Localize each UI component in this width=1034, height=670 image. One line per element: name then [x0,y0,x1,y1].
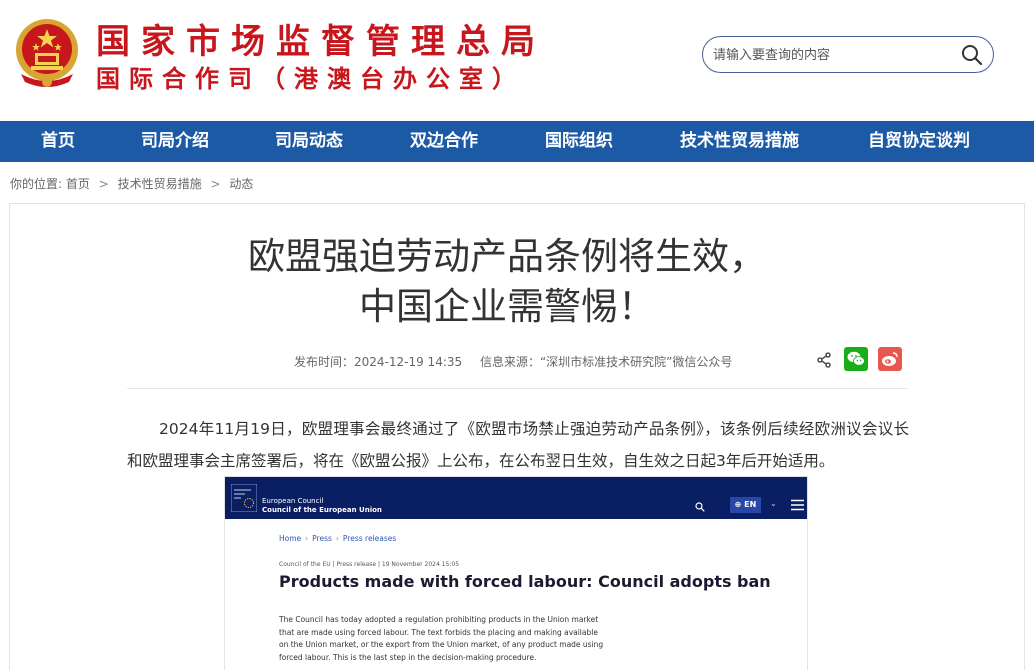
search-icon [695,502,705,512]
menu-icon [791,499,804,511]
nav-item-news[interactable]: 司局动态 [275,121,343,162]
search-icon[interactable] [961,44,983,66]
article-paragraph: 2024年11月19日，欧盟理事会最终通过了《欧盟市场禁止强迫劳动产品条例》，该… [127,420,909,470]
eu-crumb-separator: › [335,534,339,543]
site-subtitle: 国际合作司（港澳台办公室） [96,65,525,93]
article-title-line2: 中国企业需警惕！ [359,285,655,328]
meta-divider [127,388,907,389]
eu-org-name2: Council of the European Union [262,506,382,514]
breadcrumb-prefix: 你的位置: [10,177,63,191]
national-emblem-icon[interactable] [13,16,81,90]
nav-item-bilateral[interactable]: 双边合作 [410,121,478,162]
chevron-down-icon: ⌄ [770,499,777,508]
nav-item-tbt[interactable]: 技术性贸易措施 [680,121,799,162]
weibo-icon[interactable] [878,347,902,371]
eu-crumb-press: Press [312,534,332,543]
breadcrumb-home[interactable]: 首页 [66,177,90,191]
main-nav: 首页 司局介绍 司局动态 双边合作 国际组织 技术性贸易措施 自贸协定谈判 [0,121,1034,162]
eu-release-tag: Council of the EU | Press release | 19 N… [279,561,460,568]
breadcrumb: 你的位置: 首页 > 技术性贸易措施 > 动态 [10,175,253,192]
eu-body-text: The Council has today adopted a regulati… [279,615,604,662]
nav-item-fta[interactable]: 自贸协定谈判 [868,121,970,162]
search-input[interactable] [713,45,953,65]
article-title: 欧盟强迫劳动产品条例将生效， 中国企业需警惕！ [0,232,1014,332]
eu-org-name: European Council [262,497,324,505]
article-meta: 发布时间：2024-12-19 14:35 信息来源：“深圳市标准技术研究院”微… [294,353,746,370]
article-source: 信息来源：“深圳市标准技术研究院”微信公众号 [479,355,733,369]
search-box [702,36,994,73]
eu-flag-icon [231,484,257,512]
wechat-icon[interactable] [844,347,868,371]
breadcrumb-separator: > [98,177,109,191]
site-header: 国家市场监督管理总局 国际合作司（港澳台办公室） [0,0,1034,121]
nav-item-intro[interactable]: 司局介绍 [141,121,209,162]
article-title-line1: 欧盟强迫劳动产品条例将生效， [248,235,766,278]
eu-headline: Products made with forced labour: Counci… [279,572,771,591]
site-title: 国家市场监督管理总局 [96,22,546,62]
breadcrumb-tbt[interactable]: 技术性贸易措施 [118,177,202,191]
eu-breadcrumb: Home › Press › Press releases [279,534,396,543]
nav-item-home[interactable]: 首页 [41,121,75,162]
eu-crumb-releases: Press releases [342,534,397,543]
eu-language-badge: ⊕ EN [730,497,761,513]
nav-item-intl-orgs[interactable]: 国际组织 [545,121,613,162]
eu-lang-label: EN [744,500,757,509]
eu-crumb-separator: › [305,534,309,543]
breadcrumb-separator: > [210,177,221,191]
breadcrumb-news[interactable]: 动态 [229,177,253,191]
publish-time: 发布时间：2024-12-19 14:35 [294,355,463,369]
article-image: European Council Council of the European… [224,476,808,670]
share-icon[interactable] [816,352,832,368]
eu-header-bar: European Council Council of the European… [225,477,807,519]
eu-crumb-home: Home [279,534,302,543]
